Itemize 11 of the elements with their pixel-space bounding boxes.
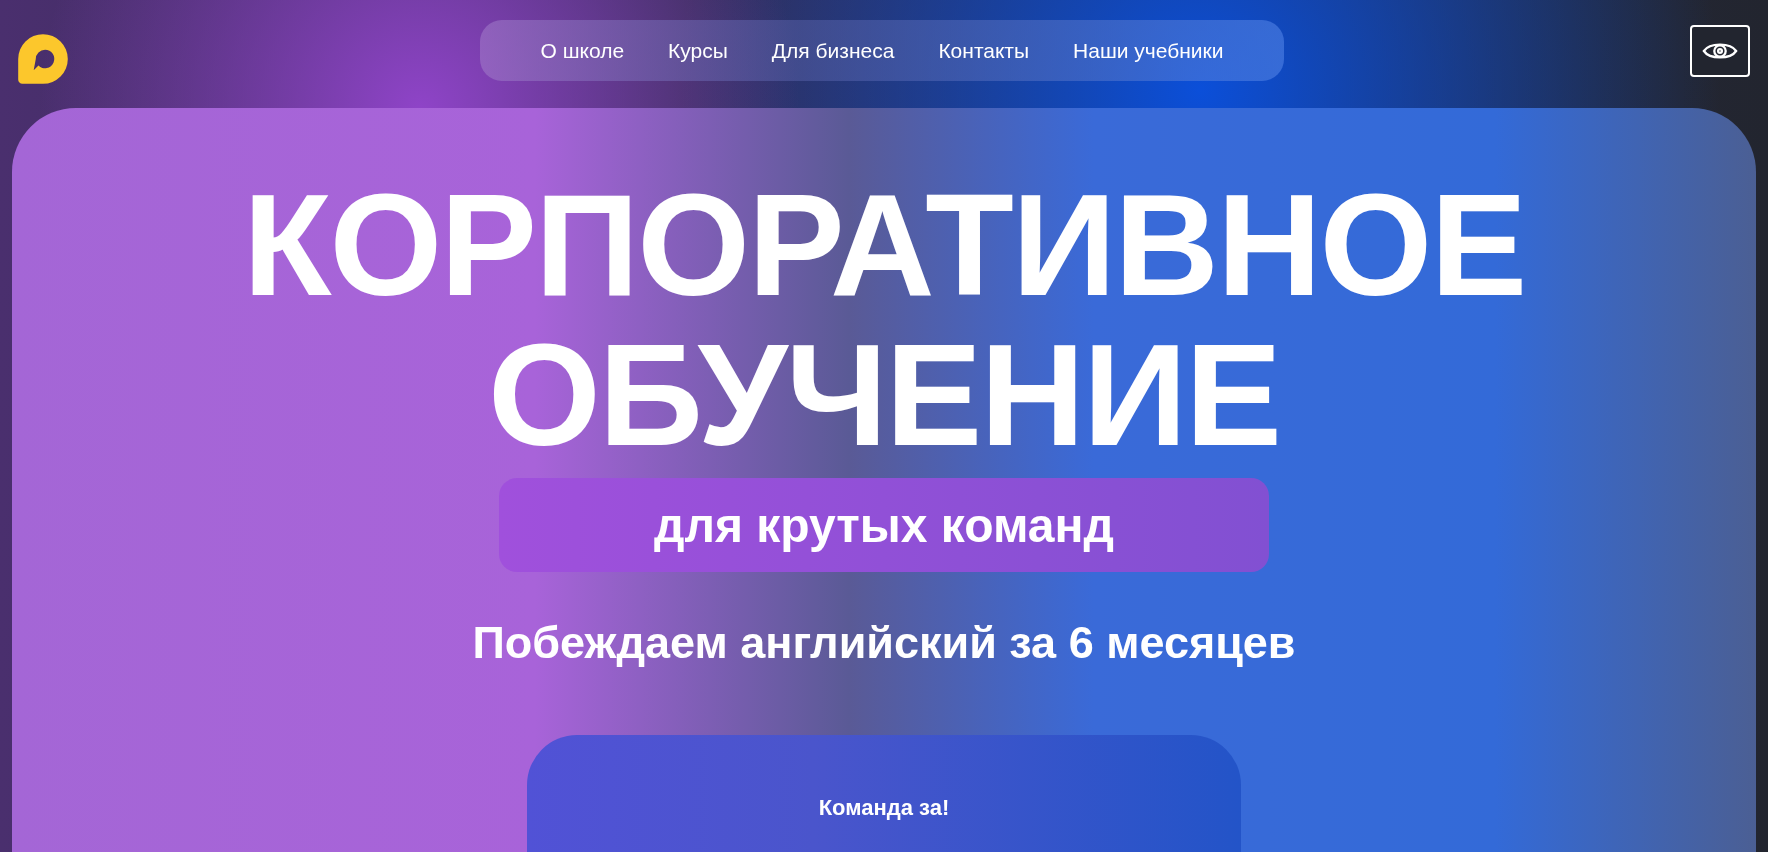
tagline: для крутых команд	[654, 497, 1114, 553]
accessibility-button[interactable]	[1690, 25, 1750, 77]
nav-link[interactable]: Курсы	[668, 38, 728, 63]
hero-title: ОБУЧЕНИЕ	[488, 320, 1280, 470]
nav-link[interactable]: Наши учебники	[1073, 38, 1224, 63]
nav-link[interactable]: Контакты	[938, 38, 1030, 63]
nav-link[interactable]: О школе	[540, 38, 625, 63]
nav-link[interactable]: Для бизнеса	[771, 38, 895, 63]
hero-subtitle: Побеждаем английский за 6 месяцев	[472, 617, 1296, 669]
card-title: Команда за!	[818, 795, 950, 821]
hero-title: КОРПОРАТИВНОЕ	[242, 170, 1526, 320]
